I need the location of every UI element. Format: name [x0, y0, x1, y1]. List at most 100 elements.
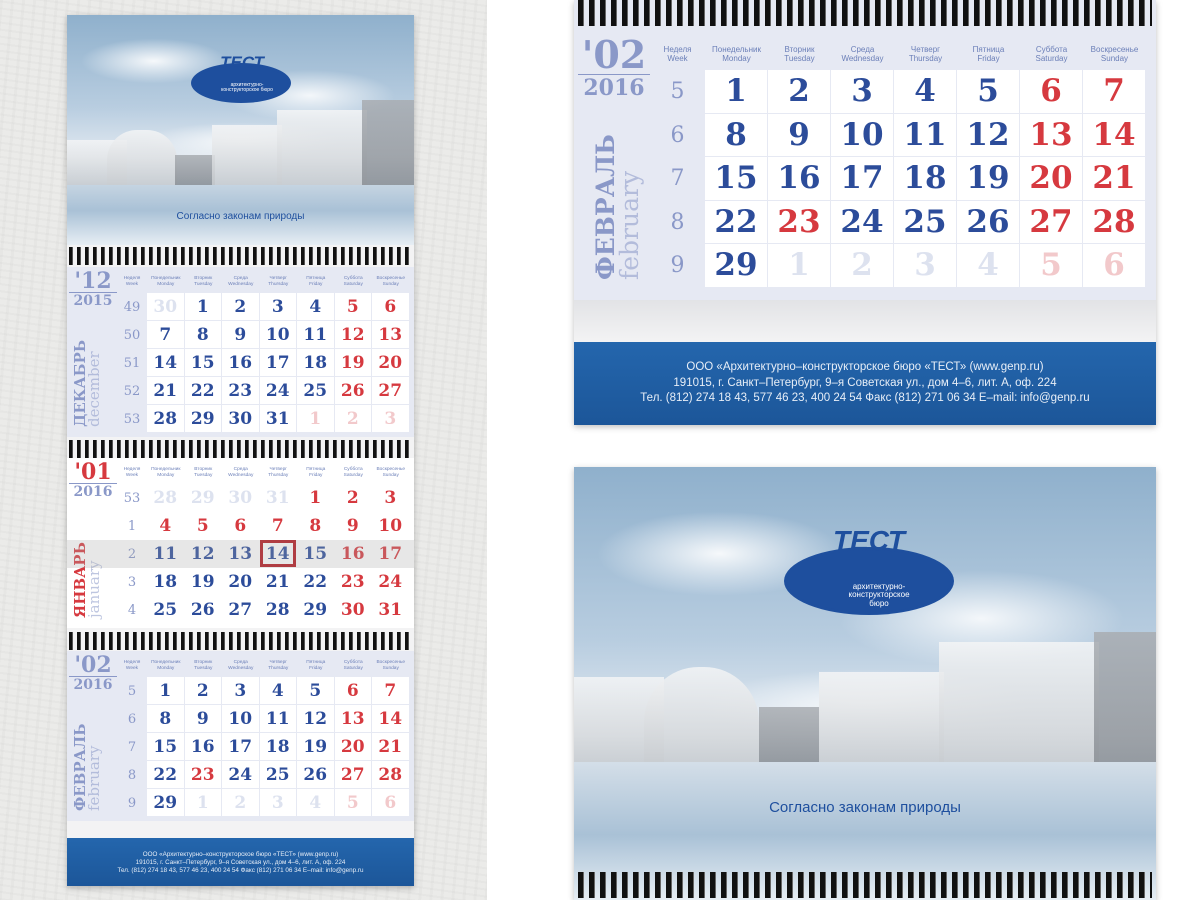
day-cell[interactable]: 6	[334, 677, 371, 704]
day-cell[interactable]: 16	[184, 733, 221, 760]
day-cell[interactable]: 21	[147, 377, 184, 404]
day-cell[interactable]: 2	[768, 70, 830, 113]
day-cell[interactable]: 5	[184, 512, 221, 539]
day-cell[interactable]: 23	[768, 200, 830, 243]
day-cell[interactable]: 17	[372, 540, 409, 567]
day-cell[interactable]: 20	[222, 568, 259, 595]
day-cell[interactable]: 4	[297, 789, 334, 816]
day-cell[interactable]: 16	[768, 157, 830, 200]
day-cell[interactable]: 24	[831, 200, 893, 243]
day-cell[interactable]: 29	[297, 596, 334, 623]
day-cell[interactable]: 7	[259, 512, 296, 539]
day-cell[interactable]: 27	[1020, 200, 1082, 243]
day-cell[interactable]: 17	[222, 733, 259, 760]
day-cell[interactable]: 23	[184, 761, 221, 788]
day-cell[interactable]: 31	[259, 484, 296, 511]
day-cell[interactable]: 7	[372, 677, 409, 704]
day-cell[interactable]: 9	[334, 512, 371, 539]
day-cell[interactable]: 18	[147, 568, 184, 595]
day-cell[interactable]: 22	[297, 568, 334, 595]
day-cell[interactable]: 19	[334, 349, 371, 376]
day-cell[interactable]: 4	[259, 677, 296, 704]
day-cell[interactable]: 3	[222, 677, 259, 704]
day-cell[interactable]: 31	[259, 405, 296, 432]
day-cell[interactable]: 14	[372, 705, 409, 732]
day-cell[interactable]: 27	[372, 377, 409, 404]
day-cell[interactable]: 8	[184, 321, 221, 348]
day-cell[interactable]: 5	[297, 677, 334, 704]
day-cell[interactable]: 2	[334, 405, 371, 432]
day-cell[interactable]: 25	[297, 377, 334, 404]
day-cell[interactable]: 3	[831, 70, 893, 113]
day-cell[interactable]: 26	[184, 596, 221, 623]
day-cell[interactable]: 19	[957, 157, 1019, 200]
day-cell[interactable]: 28	[147, 405, 184, 432]
day-cell[interactable]: 12	[297, 705, 334, 732]
day-cell[interactable]: 13	[334, 705, 371, 732]
day-cell[interactable]: 9	[184, 705, 221, 732]
day-cell[interactable]: 26	[297, 761, 334, 788]
day-cell[interactable]: 8	[705, 113, 767, 156]
day-cell[interactable]: 6	[1083, 244, 1145, 287]
day-cell[interactable]: 30	[222, 484, 259, 511]
day-cell[interactable]: 25	[147, 596, 184, 623]
day-cell[interactable]: 29	[147, 789, 184, 816]
day-cell[interactable]: 13	[222, 540, 259, 567]
day-cell[interactable]: 29	[184, 484, 221, 511]
day-cell[interactable]: 24	[222, 761, 259, 788]
day-cell[interactable]: 15	[147, 733, 184, 760]
day-cell[interactable]: 22	[705, 200, 767, 243]
day-cell[interactable]: 28	[147, 484, 184, 511]
day-cell[interactable]: 10	[222, 705, 259, 732]
day-cell[interactable]: 7	[147, 321, 184, 348]
day-cell[interactable]: 26	[957, 200, 1019, 243]
day-cell[interactable]: 5	[1020, 244, 1082, 287]
day-cell[interactable]: 30	[147, 293, 184, 320]
day-cell[interactable]: 12	[184, 540, 221, 567]
day-cell[interactable]: 28	[1083, 200, 1145, 243]
day-cell[interactable]: 12	[334, 321, 371, 348]
day-cell[interactable]: 7	[1083, 70, 1145, 113]
day-cell[interactable]: 15	[705, 157, 767, 200]
day-cell[interactable]: 20	[334, 733, 371, 760]
day-cell[interactable]: 16	[222, 349, 259, 376]
day-cell[interactable]: 3	[894, 244, 956, 287]
day-cell[interactable]: 3	[372, 484, 409, 511]
day-cell[interactable]: 17	[831, 157, 893, 200]
day-cell[interactable]: 18	[894, 157, 956, 200]
day-cell[interactable]: 9	[768, 113, 830, 156]
day-cell[interactable]: 24	[372, 568, 409, 595]
day-cell[interactable]: 16	[334, 540, 371, 567]
day-cell[interactable]: 11	[894, 113, 956, 156]
day-cell[interactable]: 8	[297, 512, 334, 539]
day-cell[interactable]: 14	[1083, 113, 1145, 156]
day-cell[interactable]: 3	[372, 405, 409, 432]
day-cell[interactable]: 21	[1083, 157, 1145, 200]
day-cell[interactable]: 8	[147, 705, 184, 732]
day-cell[interactable]: 1	[297, 405, 334, 432]
day-cell[interactable]: 25	[259, 761, 296, 788]
day-cell[interactable]: 1	[184, 789, 221, 816]
day-cell[interactable]: 21	[372, 733, 409, 760]
day-cell[interactable]: 15	[297, 540, 334, 567]
day-cell[interactable]: 28	[259, 596, 296, 623]
day-cell[interactable]: 4	[957, 244, 1019, 287]
day-cell[interactable]: 14	[259, 540, 296, 567]
day-cell[interactable]: 19	[297, 733, 334, 760]
day-cell[interactable]: 2	[222, 293, 259, 320]
day-cell[interactable]: 17	[259, 349, 296, 376]
day-cell[interactable]: 5	[334, 293, 371, 320]
day-cell[interactable]: 2	[184, 677, 221, 704]
day-cell[interactable]: 29	[705, 244, 767, 287]
day-cell[interactable]: 4	[894, 70, 956, 113]
day-cell[interactable]: 30	[334, 596, 371, 623]
day-cell[interactable]: 25	[894, 200, 956, 243]
day-cell[interactable]: 13	[372, 321, 409, 348]
day-cell[interactable]: 10	[831, 113, 893, 156]
day-cell[interactable]: 3	[259, 789, 296, 816]
day-cell[interactable]: 1	[297, 484, 334, 511]
day-cell[interactable]: 21	[259, 568, 296, 595]
day-cell[interactable]: 6	[372, 789, 409, 816]
day-cell[interactable]: 6	[372, 293, 409, 320]
day-cell[interactable]: 2	[222, 789, 259, 816]
